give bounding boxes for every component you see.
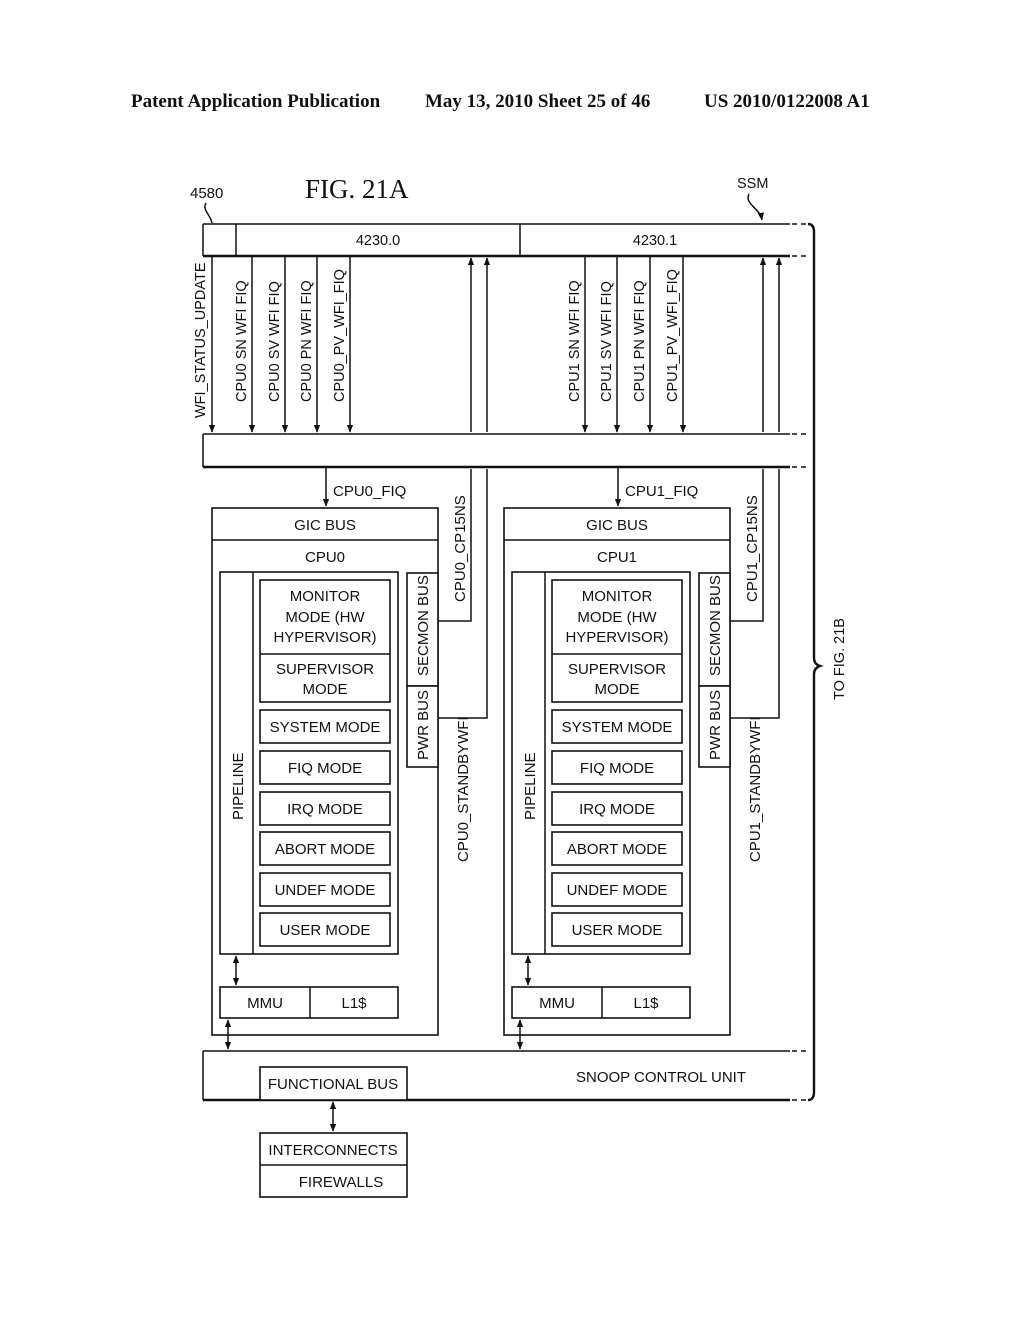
l1-cache-label: L1$ <box>341 995 367 1012</box>
mmu-label: MMU <box>539 995 575 1012</box>
ref-4580: 4580 <box>190 185 223 202</box>
pwr-bus-label: PWR BUS <box>707 690 724 760</box>
mode-label: SYSTEM MODE <box>270 719 381 736</box>
secmon-bus-label: SECMON BUS <box>707 575 724 676</box>
ref-ssm: SSM <box>737 176 768 192</box>
l1-cache-label: L1$ <box>633 995 659 1012</box>
cp15ns-label: CPU0_CP15NS <box>452 495 469 602</box>
figure-title: FIG. 21A <box>305 174 409 204</box>
mode-label: SYSTEM MODE <box>562 719 673 736</box>
standbywfi-label: CPU0_STANDBYWFI <box>455 716 472 862</box>
monitor-mode-label: MODE (HW <box>285 609 365 626</box>
secmon-bus-label: SECMON BUS <box>415 575 432 676</box>
monitor-mode-label: HYPERVISOR) <box>273 629 376 646</box>
mmu-label: MMU <box>247 995 283 1012</box>
ssm-bar <box>202 223 810 258</box>
ref-4580-leader <box>204 202 213 224</box>
patent-figure-21a: Patent Application Publication May 13, 2… <box>131 91 870 1198</box>
segment-4230-0: 4230.0 <box>356 233 400 249</box>
mode-label: USER MODE <box>572 922 663 939</box>
supervisor-mode-label: MODE <box>303 681 348 698</box>
signal-label: CPU1 PN WFI FIQ <box>632 280 648 402</box>
pipeline-label: PIPELINE <box>230 752 247 820</box>
cpu-name-label: CPU0 <box>305 549 345 566</box>
fiq-label: CPU1_FIQ <box>625 483 698 500</box>
monitor-mode-label: MONITOR <box>582 588 653 605</box>
mode-label: USER MODE <box>280 922 371 939</box>
header-date-sheet: May 13, 2010 Sheet 25 of 46 <box>425 91 650 112</box>
standbywfi-label: CPU1_STANDBYWFI <box>747 716 764 862</box>
functional-bus-label: FUNCTIONAL BUS <box>268 1076 398 1093</box>
scu-label: SNOOP CONTROL UNIT <box>576 1069 746 1086</box>
mode-label: IRQ MODE <box>287 801 363 818</box>
header-patent-number: US 2010/0122008 A1 <box>704 91 870 112</box>
signal-label: CPU0 PN WFI FIQ <box>299 280 315 402</box>
supervisor-mode-label: SUPERVISOR <box>568 661 666 678</box>
gic-bus-label: GIC BUS <box>586 517 648 534</box>
gic-bus-label: GIC BUS <box>294 517 356 534</box>
pwr-bus-label: PWR BUS <box>415 690 432 760</box>
mode-label: ABORT MODE <box>567 841 667 858</box>
ref-ssm-leader <box>747 193 764 221</box>
mode-label: FIQ MODE <box>580 760 654 777</box>
fiq-label: CPU0_FIQ <box>333 483 406 500</box>
signal-label: CPU0_PV_WFI_FIQ <box>332 269 348 402</box>
cpu-name-label: CPU1 <box>597 549 637 566</box>
firewalls-label: FIREWALLS <box>299 1174 383 1191</box>
continuation-bracket <box>807 222 824 1102</box>
header-publication: Patent Application Publication <box>131 91 381 112</box>
mode-label: FIQ MODE <box>288 760 362 777</box>
middle-bus <box>202 433 810 469</box>
segment-4230-1: 4230.1 <box>633 233 677 249</box>
mode-label: ABORT MODE <box>275 841 375 858</box>
signal-label: CPU1_PV_WFI_FIQ <box>665 269 681 402</box>
monitor-mode-label: HYPERVISOR) <box>565 629 668 646</box>
signal-label: CPU1 SN WFI FIQ <box>567 280 583 402</box>
interconnects-label: INTERCONNECTS <box>268 1142 397 1159</box>
signal-label: CPU1 SV WFI FIQ <box>599 281 615 402</box>
cp15ns-label: CPU1_CP15NS <box>744 495 761 602</box>
pipeline-label: PIPELINE <box>522 752 539 820</box>
supervisor-mode-label: SUPERVISOR <box>276 661 374 678</box>
mode-label: UNDEF MODE <box>275 882 376 899</box>
signal-label: CPU0 SN WFI FIQ <box>234 280 250 402</box>
signal-wfi-status-update: WFI_STATUS_UPDATE <box>193 262 209 418</box>
to-fig-21b-label: TO FIG. 21B <box>832 618 848 700</box>
supervisor-mode-label: MODE <box>595 681 640 698</box>
monitor-mode-label: MODE (HW <box>577 609 657 626</box>
mode-label: IRQ MODE <box>579 801 655 818</box>
mode-label: UNDEF MODE <box>567 882 668 899</box>
signal-label: CPU0 SV WFI FIQ <box>267 281 283 402</box>
monitor-mode-label: MONITOR <box>290 588 361 605</box>
